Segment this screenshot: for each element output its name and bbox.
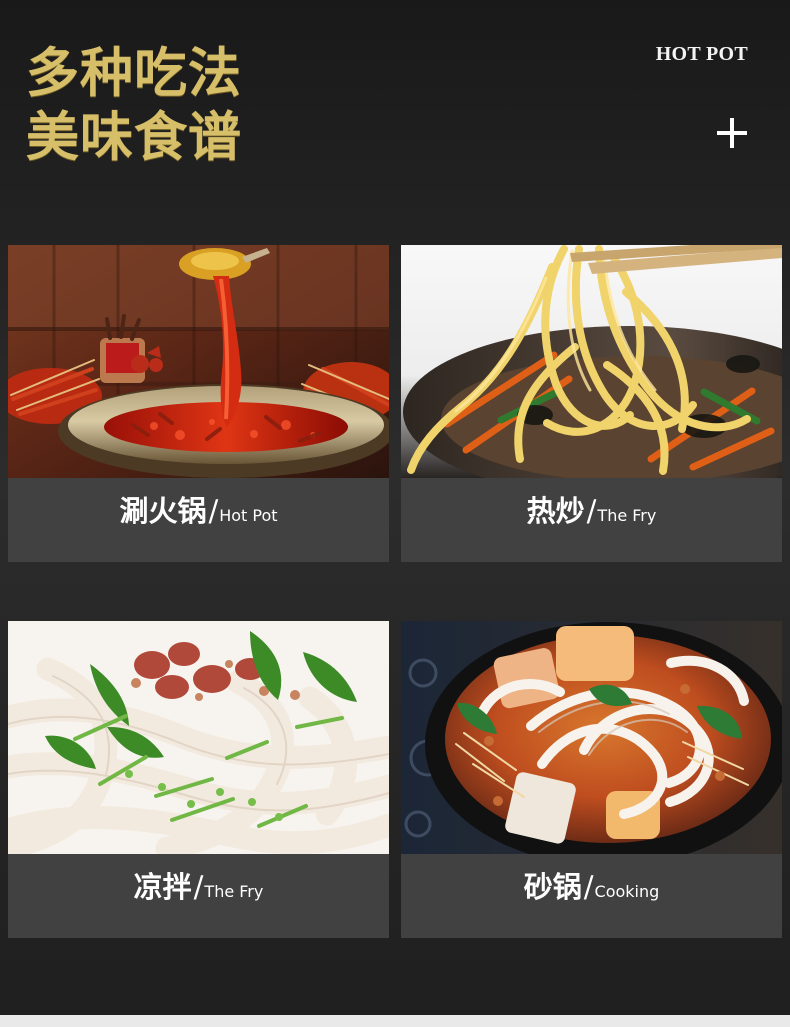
cold-dish-recipe-card: 凉拌 / The Fry xyxy=(8,621,389,938)
clay-pot-recipe-card: 砂锅 / Cooking xyxy=(401,621,782,938)
title-line-eating-methods: 多种吃法 xyxy=(26,43,242,104)
cold-dish-label-slash: / xyxy=(193,869,204,904)
clay-pot-card-title: 砂锅 / Cooking xyxy=(401,845,782,929)
hot-pot-photo xyxy=(8,245,389,478)
stir-fry-label-slash: / xyxy=(586,493,597,528)
hot-pot-brand-label: HOT POT xyxy=(655,43,748,65)
hot-pot-recipe-card: 涮火锅 / Hot Pot xyxy=(8,245,389,562)
cold-noodles-photo xyxy=(8,621,389,854)
hot-pot-english-label: Hot Pot xyxy=(219,506,278,525)
clay-pot-noodles-photo xyxy=(401,621,782,854)
stir-fry-card-title: 热炒 / The Fry xyxy=(401,469,782,553)
stir-fry-recipe-card: 热炒 / The Fry xyxy=(401,245,782,562)
clay-pot-chinese-label: 砂锅 xyxy=(523,869,582,904)
clay-pot-label-slash: / xyxy=(583,869,594,904)
recipe-title: 多种吃法 美味食谱 xyxy=(26,42,346,170)
clay-pot-english-label: Cooking xyxy=(594,882,660,901)
title-line-tasty-recipes: 美味食谱 xyxy=(26,107,242,168)
hot-pot-label-slash: / xyxy=(208,493,219,528)
stir-fry-english-label: The Fry xyxy=(597,506,657,525)
bottom-strip xyxy=(0,1015,790,1027)
stir-fried-noodles-photo xyxy=(401,245,782,478)
recipe-ideas-page: 多种吃法 美味食谱 HOT POT 涮火锅 / Hot Pot 热炒 / The… xyxy=(0,0,790,1027)
cold-dish-card-title: 凉拌 / The Fry xyxy=(8,845,389,929)
cold-dish-chinese-label: 凉拌 xyxy=(133,869,192,904)
hot-pot-card-title: 涮火锅 / Hot Pot xyxy=(8,469,389,553)
stir-fry-chinese-label: 热炒 xyxy=(526,493,585,528)
hot-pot-chinese-label: 涮火锅 xyxy=(119,493,207,528)
cold-dish-english-label: The Fry xyxy=(204,882,264,901)
plus-icon xyxy=(717,118,747,148)
